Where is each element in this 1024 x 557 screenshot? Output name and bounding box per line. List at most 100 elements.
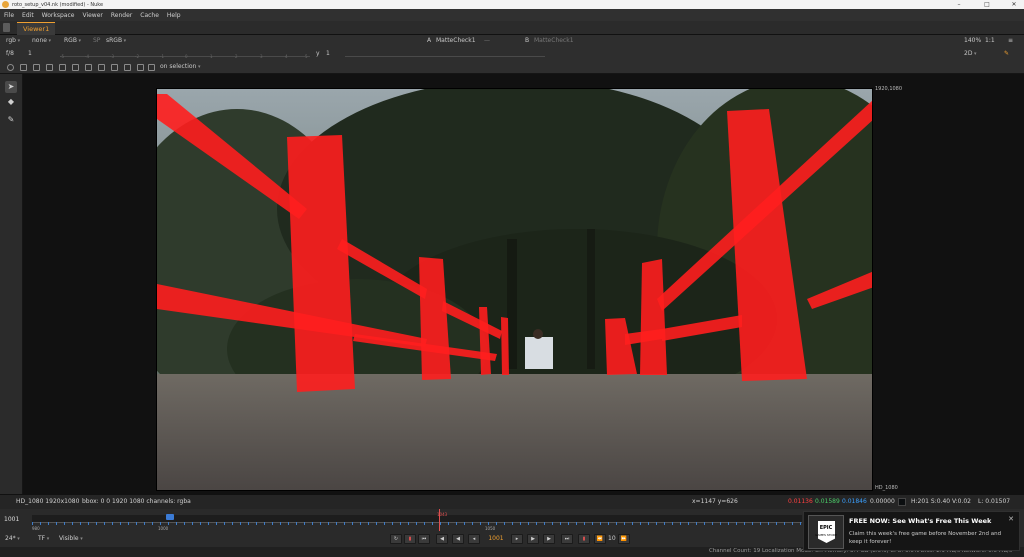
menu-file[interactable]: File [4, 12, 14, 19]
gain-tick: 4 [285, 54, 288, 59]
input-b-dropdown[interactable]: MatteCheck1 [534, 35, 574, 47]
toolbar-menu-icon[interactable]: ≡ [1008, 35, 1013, 47]
smooth-icon[interactable] [59, 64, 66, 71]
step-forward-icon[interactable]: ▸ [511, 534, 523, 544]
menu-cache[interactable]: Cache [140, 12, 159, 19]
menu-workspace[interactable]: Workspace [42, 12, 75, 19]
menu-edit[interactable]: Edit [22, 12, 34, 19]
select-tool-icon[interactable]: ➤ [5, 81, 17, 93]
feather-icon[interactable] [85, 64, 92, 71]
on-selection-dropdown[interactable]: on selection [160, 61, 200, 73]
gamma-value[interactable]: 1 [326, 48, 330, 60]
menu-help[interactable]: Help [167, 12, 181, 19]
point-tool-icon[interactable]: ◆ [5, 96, 17, 108]
timeline-ticks [32, 522, 802, 525]
keyframe-marker-icon[interactable]: ▮ [404, 534, 416, 544]
last-frame-icon[interactable]: ⏭ [561, 534, 573, 544]
display-channels-dropdown[interactable]: RGB [64, 35, 81, 47]
select-all-icon[interactable] [20, 64, 27, 71]
composite-mode-dropdown[interactable]: — [484, 35, 490, 47]
format-corner-label: 1920,1080 [875, 86, 903, 92]
bbox-info: bbox: 0 0 1920 1080 channels: rgba [82, 498, 191, 505]
viewer-toolbar: rgb none RGB SP sRGB A MatteCheck1 — B M… [0, 35, 1024, 80]
bezier-tool-icon[interactable]: ✎ [5, 114, 17, 126]
settings-icon[interactable] [7, 64, 14, 71]
luminance-value: L: 0.01507 [978, 498, 1011, 505]
skip-back-icon[interactable]: ⏪ [594, 534, 606, 544]
alpha-value: 0.00000 [870, 498, 895, 505]
channels-dropdown[interactable]: rgb [6, 35, 20, 47]
window-titlebar: roto_setup_v04.nk (modified) - Nuke – □ … [0, 0, 1024, 9]
gain-tick: -1 [160, 54, 164, 59]
hsv-value: H:201 S:0.40 V:0.02 [911, 498, 971, 505]
gain-tick: -3 [110, 54, 114, 59]
gain-tick: 3 [260, 54, 263, 59]
loop-icon[interactable]: ↻ [390, 534, 402, 544]
in-point-marker[interactable] [166, 514, 174, 520]
gain-tick: 1 [210, 54, 213, 59]
menu-bar: File Edit Workspace Viewer Render Cache … [0, 9, 1024, 21]
alpha-dropdown[interactable]: none [32, 35, 51, 47]
pixel-info-bar: HD_1080 1920x1080 bbox: 0 0 1920 1080 ch… [0, 494, 1024, 509]
first-frame-icon[interactable]: ⏮ [418, 534, 430, 544]
green-value: 0.01589 [815, 498, 840, 505]
label-icon[interactable] [148, 64, 155, 71]
cusp-icon[interactable] [72, 64, 79, 71]
notification-headline: FREE NOW: See What's Free This Week [849, 517, 992, 525]
skip-forward-icon[interactable]: ⏩ [618, 534, 630, 544]
keyframe-marker-icon[interactable]: ▮ [578, 534, 590, 544]
tf-dropdown[interactable]: TF [38, 535, 49, 542]
red-value: 0.01136 [788, 498, 813, 505]
bezier-icon[interactable] [46, 64, 53, 71]
gain-tick: -2 [135, 54, 139, 59]
fps-dropdown[interactable]: 24* [5, 535, 20, 542]
visible-dropdown[interactable]: Visible [59, 535, 83, 542]
minimize-button[interactable]: – [950, 0, 968, 9]
prev-key-icon[interactable]: ◀ [436, 534, 448, 544]
logo-subtext: GAMES STORE [815, 533, 837, 537]
gain-tick: 2 [235, 54, 238, 59]
play-backward-icon[interactable]: ◀ [452, 534, 464, 544]
playhead[interactable] [439, 509, 440, 531]
blue-value: 0.01846 [842, 498, 867, 505]
lut-icon[interactable]: SP [93, 35, 100, 47]
frame-field[interactable]: 1001 [4, 514, 28, 526]
tab-viewer1[interactable]: Viewer1 [17, 22, 56, 35]
zoom-dropdown[interactable]: 140% [964, 35, 981, 47]
viewer-image[interactable] [156, 88, 873, 491]
grid-icon[interactable] [124, 64, 131, 71]
gamma-label: y [316, 50, 320, 57]
delete-key-icon[interactable] [111, 64, 118, 71]
content-menu-icon[interactable] [3, 23, 10, 32]
tab-bar: Viewer1 [0, 21, 1024, 35]
cursor-coords: x=1147 y=626 [692, 498, 738, 505]
close-button[interactable]: ✕ [1005, 0, 1023, 9]
view-mode-dropdown[interactable]: 2D [964, 48, 977, 60]
notification-toast[interactable]: EPIC GAMES STORE FREE NOW: See What's Fr… [803, 511, 1020, 551]
link-icon[interactable] [33, 64, 40, 71]
next-key-icon[interactable]: ▶ [543, 534, 555, 544]
colorspace-dropdown[interactable]: sRGB [106, 35, 126, 47]
transform-box-icon[interactable] [137, 64, 144, 71]
ratio-dropdown[interactable]: 1:1 [985, 35, 995, 47]
input-a-dropdown[interactable]: MatteCheck1 [436, 35, 476, 47]
gain-tick: 0 [185, 54, 188, 59]
gain-tick: 5 [305, 54, 308, 59]
paint-brush-icon[interactable]: ✎ [1004, 48, 1009, 60]
nuke-app-icon [2, 1, 9, 8]
skip-count[interactable]: 10 [608, 535, 616, 542]
input-a-label: A [427, 37, 432, 44]
menu-render[interactable]: Render [111, 12, 132, 19]
step-back-icon[interactable]: ◂ [468, 534, 480, 544]
menu-viewer[interactable]: Viewer [82, 12, 102, 19]
play-forward-icon[interactable]: ▶ [527, 534, 539, 544]
gain-value[interactable]: 1 [28, 48, 32, 60]
gain-tick: -4 [85, 54, 89, 59]
gamma-slider[interactable] [345, 51, 545, 57]
fstop-label[interactable]: f/8 [6, 48, 14, 60]
current-frame[interactable]: 1001 [486, 534, 506, 544]
logo-text: EPIC [819, 525, 833, 531]
maximize-button[interactable]: □ [978, 0, 996, 9]
keyframe-icon[interactable] [98, 64, 105, 71]
notification-close-icon[interactable]: ✕ [1008, 515, 1014, 523]
